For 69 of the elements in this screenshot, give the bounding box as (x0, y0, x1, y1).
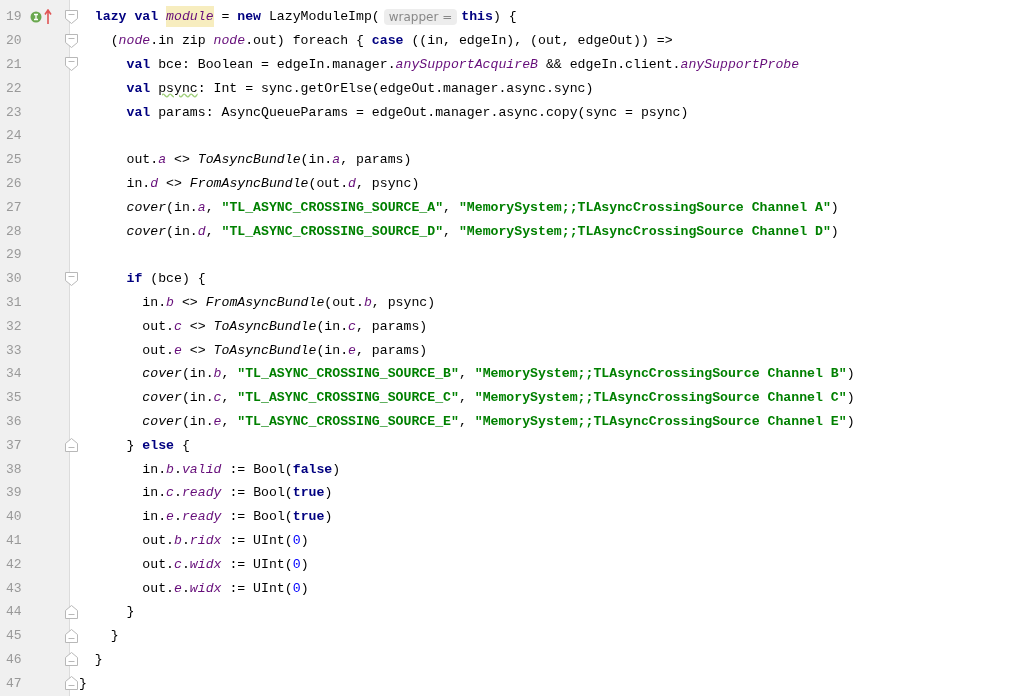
fold-marker-icon[interactable] (65, 33, 78, 48)
line-number: 25 (5, 152, 23, 168)
code-text: out.c <> ToAsyncBundle(in.c, params) (141, 318, 428, 334)
code-text: if (bce) { (125, 271, 206, 287)
implemented-marker-icon[interactable] (30, 10, 42, 23)
code-text: cover(in.b, "TL_ASYNC_CROSSING_SOURCE_B", "MemorySystem;;TLAsyncCrossingSource Channel B") (141, 366, 855, 382)
line-number: 20 (5, 33, 23, 49)
code-text: cover(in.d, "TL_ASYNC_CROSSING_SOURCE_D", "MemorySystem;;TLAsyncCrossingSource Channel D") (125, 223, 839, 239)
fold-marker-icon[interactable] (65, 604, 78, 619)
fold-marker-icon[interactable] (65, 271, 78, 286)
code-text: out.e <> ToAsyncBundle(in.e, params) (141, 342, 428, 358)
parameter-hint: wrapper = (383, 8, 458, 25)
code-text: in.e.ready := Bool(true) (141, 509, 333, 525)
line-number: 38 (5, 461, 23, 477)
code-text: } (93, 651, 103, 667)
code-text: } (79, 675, 87, 691)
code-text: this) { (461, 9, 517, 25)
fold-marker-icon[interactable] (65, 676, 78, 691)
code-text: } (125, 604, 135, 620)
line-number: 36 (5, 413, 23, 429)
code-text: cover(in.e, "TL_ASYNC_CROSSING_SOURCE_E", "MemorySystem;;TLAsyncCrossingSource Channel E") (141, 413, 855, 429)
line-number: 24 (5, 128, 23, 144)
line-number: 26 (5, 175, 23, 191)
code-text: in.b <> FromAsyncBundle(out.b, psync) (141, 294, 436, 310)
line-number: 27 (5, 199, 23, 215)
line-number: 45 (5, 628, 23, 644)
code-text: out.e.widx := UInt(0) (141, 580, 309, 596)
line-number: 23 (5, 104, 23, 120)
line-number: 44 (5, 604, 23, 620)
code-text: } else { (125, 437, 190, 453)
up-arrow-icon[interactable] (44, 8, 52, 25)
code-text: val psync: Int = sync.getOrElse(edgeOut.manager.async.sync) (125, 80, 594, 96)
code-text: (node.in zip node.out) foreach { case ((in, edgeIn), (out, edgeOut)) => (109, 33, 673, 49)
code-text: in.d <> FromAsyncBundle(out.d, psync) (125, 175, 420, 191)
line-number: 42 (5, 556, 23, 572)
code-text: cover(in.a, "TL_ASYNC_CROSSING_SOURCE_A", "MemorySystem;;TLAsyncCrossingSource Channel A") (125, 199, 839, 215)
line-number: 31 (5, 294, 23, 310)
line-number: 28 (5, 223, 23, 239)
line-number: 40 (5, 509, 23, 525)
line-number: 22 (5, 80, 23, 96)
code-text: in.c.ready := Bool(true) (141, 485, 333, 501)
fold-marker-icon[interactable] (65, 628, 78, 643)
fold-marker-icon[interactable] (65, 438, 78, 453)
line-number: 39 (5, 485, 23, 501)
code-text: cover(in.c, "TL_ASYNC_CROSSING_SOURCE_C", "MemorySystem;;TLAsyncCrossingSource Channel C") (141, 390, 855, 406)
line-number: 34 (5, 366, 23, 382)
line-number: 30 (5, 271, 23, 287)
line-number: 32 (5, 318, 23, 334)
code-text: out.c.widx := UInt(0) (141, 556, 309, 572)
code-text: out.a <> ToAsyncBundle(in.a, params) (125, 152, 412, 168)
code-text: val params: AsyncQueueParams = edgeOut.manager.async.copy(sync = psync) (125, 104, 689, 120)
line-number: 35 (5, 390, 23, 406)
code-text: out.b.ridx := UInt(0) (141, 532, 309, 548)
line-number: 37 (5, 437, 23, 453)
code-text: lazy val module = new LazyModuleImp( (79, 9, 380, 25)
code-text: val bce: Boolean = edgeIn.manager.anySupportAcquireB && edgeIn.client.anySupportProbe (125, 57, 800, 72)
line-number: 47 (5, 675, 23, 691)
line-number: 41 (5, 532, 23, 548)
fold-marker-icon[interactable] (65, 57, 78, 72)
line-number: 46 (5, 651, 23, 667)
line-number: 43 (5, 580, 23, 596)
code-text: in.b.valid := Bool(false) (141, 461, 341, 477)
line-number: 21 (5, 57, 23, 72)
line-number: 29 (5, 247, 23, 263)
line-number: 33 (5, 342, 23, 358)
fold-marker-icon[interactable] (65, 652, 78, 667)
code-text: } (109, 628, 119, 644)
line-number: 19 (5, 9, 23, 25)
fold-marker-icon[interactable] (65, 9, 78, 24)
